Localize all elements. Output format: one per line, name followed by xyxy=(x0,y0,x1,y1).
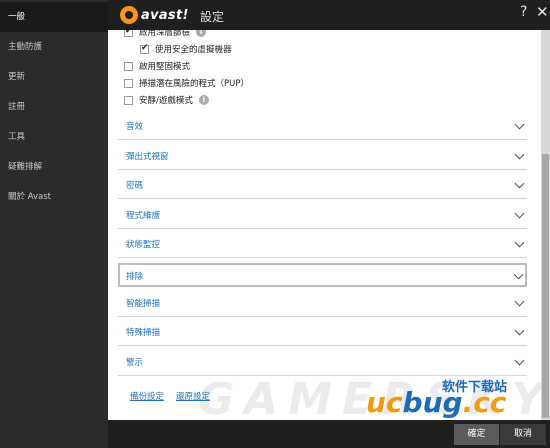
sidebar-item-registration[interactable]: 註冊 xyxy=(0,92,108,122)
option-label: 啟用堅固模式 xyxy=(139,62,191,72)
section-exclusions[interactable]: 排除 xyxy=(118,263,527,287)
option-label: 啟用深層篩檢 xyxy=(139,30,191,38)
backup-restore-links: 備份設定 還原設定 xyxy=(130,390,210,402)
sidebar: 一般 主動防護 更新 註冊 工具 疑難排解 關於 Avast xyxy=(0,0,108,448)
settings-panel: 啟用深層篩檢 i 使用安全的虛擬機器 啟用堅固模式 掃描潛在風險的程式（PUP）… xyxy=(108,30,541,420)
option-deep-screen: 啟用深層篩檢 i xyxy=(124,30,207,38)
section-password[interactable]: 密碼 xyxy=(118,172,527,199)
sidebar-item-about[interactable]: 關於 Avast xyxy=(0,182,108,212)
sidebar-item-active-protection[interactable]: 主動防護 xyxy=(0,32,108,62)
chevron-down-icon xyxy=(514,208,525,219)
site-logo: 软件下载站 ucbug.cc xyxy=(364,376,550,420)
section-label: 密碼 xyxy=(126,181,144,191)
ok-button[interactable]: 確定 xyxy=(454,424,499,445)
avast-brand-text: avast! xyxy=(141,7,189,23)
section-maintenance[interactable]: 程式維護 xyxy=(118,202,527,229)
section-special-scans[interactable]: 特殊掃描 xyxy=(118,319,527,346)
section-label: 特殊掃描 xyxy=(126,328,161,338)
section-label: 程式維護 xyxy=(126,211,161,221)
sidebar-item-update[interactable]: 更新 xyxy=(0,62,108,92)
section-label: 音效 xyxy=(126,122,144,132)
help-icon[interactable]: ? xyxy=(520,4,527,20)
avast-logo: avast! xyxy=(120,6,189,24)
chevron-down-icon xyxy=(514,178,525,189)
section-status-monitoring[interactable]: 狀態監控 xyxy=(118,231,527,258)
title-bar: avast! 設定 ? ✕ xyxy=(108,0,550,30)
backup-settings-link[interactable]: 備份設定 xyxy=(130,390,164,402)
sidebar-item-general[interactable]: 一般 xyxy=(0,2,108,32)
chevron-down-icon xyxy=(514,119,525,130)
sidebar-item-troubleshooting[interactable]: 疑難排解 xyxy=(0,152,108,182)
secure-vm-checkbox[interactable] xyxy=(140,43,149,54)
chevron-down-icon xyxy=(513,269,524,280)
option-hardened-mode: 啟用堅固模式 xyxy=(124,60,190,72)
info-icon[interactable]: i xyxy=(196,30,207,37)
section-label: 狀態監控 xyxy=(126,240,161,250)
section-smart-scan[interactable]: 智能掃描 xyxy=(118,290,527,317)
sidebar-item-tools[interactable]: 工具 xyxy=(0,122,108,152)
restore-settings-link[interactable]: 還原設定 xyxy=(176,390,210,402)
chevron-down-icon xyxy=(514,325,525,336)
section-label: 彈出式視窗 xyxy=(126,152,169,162)
site-logo-part: .cc xyxy=(462,386,507,419)
window-title: 設定 xyxy=(200,10,225,24)
chevron-down-icon xyxy=(514,296,525,307)
section-alerts[interactable]: 警示 xyxy=(118,349,527,376)
option-silent-gaming: 安靜/遊戲模式 i xyxy=(124,94,209,106)
section-sounds[interactable]: 音效 xyxy=(118,113,527,140)
section-label: 智能掃描 xyxy=(126,299,161,309)
info-icon[interactable]: i xyxy=(198,95,209,105)
option-label: 安靜/遊戲模式 xyxy=(139,96,193,106)
hardened-mode-checkbox[interactable] xyxy=(124,61,133,71)
option-label: 使用安全的虛擬機器 xyxy=(155,45,232,55)
deep-screen-checkbox[interactable] xyxy=(124,30,133,37)
close-icon[interactable]: ✕ xyxy=(536,3,549,21)
section-label: 警示 xyxy=(126,358,144,368)
cancel-button[interactable]: 取消 xyxy=(500,424,546,445)
vertical-scrollbar[interactable] xyxy=(541,30,550,420)
chevron-down-icon xyxy=(514,237,525,248)
section-popups[interactable]: 彈出式視窗 xyxy=(118,143,527,170)
scan-pup-checkbox[interactable] xyxy=(124,78,133,88)
chevron-down-icon xyxy=(514,149,525,160)
chevron-down-icon xyxy=(514,355,525,366)
bottom-bar: 確定 取消 xyxy=(108,420,550,448)
site-logo-part: bug xyxy=(402,386,463,419)
site-logo-en-text: ucbug.cc xyxy=(366,386,506,419)
option-label: 掃描潛在風險的程式（PUP） xyxy=(139,79,249,89)
section-label: 排除 xyxy=(126,272,144,282)
silent-gaming-checkbox[interactable] xyxy=(124,95,133,105)
avast-logo-icon xyxy=(120,6,138,24)
site-logo-part: uc xyxy=(366,386,403,419)
option-secure-vm: 使用安全的虛擬機器 xyxy=(140,43,232,55)
option-scan-pup: 掃描潛在風險的程式（PUP） xyxy=(124,77,249,89)
